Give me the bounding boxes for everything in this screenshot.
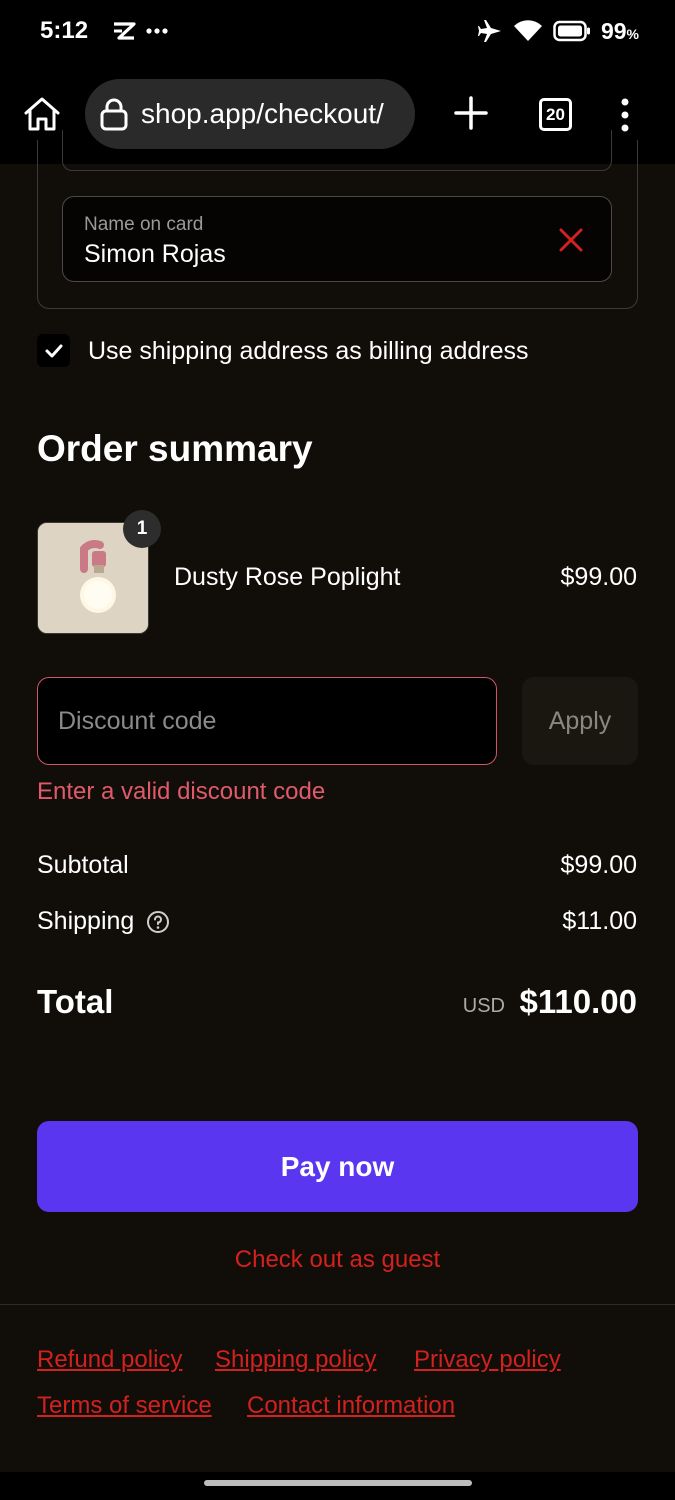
battery-percent: 99%	[600, 17, 639, 44]
url-text: shop.app/checkout/	[141, 98, 384, 129]
tabs-icon[interactable]: 20	[539, 98, 572, 131]
previous-field[interactable]	[62, 130, 612, 171]
shipping-value: $11.00	[562, 907, 637, 935]
help-circle-icon[interactable]	[146, 910, 170, 934]
shipping-label: Shipping	[37, 907, 135, 935]
footer-divider	[0, 1304, 675, 1305]
check-icon	[45, 344, 62, 357]
quantity-badge: 1	[123, 510, 161, 548]
discount-error-message: Enter a valid discount code	[37, 778, 326, 805]
discount-code-input[interactable]	[37, 677, 497, 765]
wifi-icon	[513, 19, 543, 43]
system-nav-bar	[0, 1472, 675, 1500]
airplane-icon	[477, 19, 503, 43]
tab-count: 20	[546, 104, 565, 124]
checkout-as-guest-link[interactable]: Check out as guest	[0, 1246, 675, 1274]
home-icon[interactable]	[22, 96, 62, 136]
terms-of-service-link[interactable]: Terms of service	[37, 1392, 212, 1420]
billing-checkbox-label[interactable]: Use shipping address as billing address	[88, 337, 529, 366]
plus-icon[interactable]	[452, 94, 490, 132]
name-on-card-value: Simon Rojas	[84, 240, 226, 268]
subtotal-label: Subtotal	[37, 851, 129, 879]
product-name: Dusty Rose Poplight	[174, 563, 401, 591]
refund-policy-link[interactable]: Refund policy	[37, 1346, 182, 1374]
status-right: 99%	[477, 18, 639, 45]
total-label: Total	[37, 983, 114, 1020]
billing-checkbox[interactable]	[37, 334, 70, 367]
product-price: $99.00	[560, 563, 637, 591]
total-currency: USD	[462, 995, 505, 1017]
pay-now-button[interactable]: Pay now	[37, 1121, 638, 1212]
subtotal-value: $99.00	[560, 851, 637, 879]
privacy-policy-link[interactable]: Privacy policy	[414, 1346, 561, 1374]
menu-icon[interactable]	[618, 98, 632, 132]
clear-icon[interactable]	[556, 225, 586, 255]
order-summary-title: Order summary	[37, 428, 313, 469]
status-time: 5:12	[40, 17, 89, 44]
status-bar: 5:12 99%	[0, 0, 675, 62]
more-dots-icon	[146, 27, 168, 35]
name-on-card-label: Name on card	[84, 214, 204, 235]
notification-icon	[112, 21, 136, 41]
name-on-card-field[interactable]: Name on card Simon Rojas	[62, 196, 612, 282]
home-indicator[interactable]	[204, 1480, 472, 1486]
lock-icon	[99, 97, 129, 131]
shipping-policy-link[interactable]: Shipping policy	[215, 1346, 376, 1374]
status-left: 5:12	[40, 17, 168, 45]
total-value: $110.00	[519, 983, 637, 1020]
contact-information-link[interactable]: Contact information	[247, 1392, 455, 1420]
apply-discount-button[interactable]: Apply	[522, 677, 638, 765]
battery-icon	[553, 20, 591, 42]
